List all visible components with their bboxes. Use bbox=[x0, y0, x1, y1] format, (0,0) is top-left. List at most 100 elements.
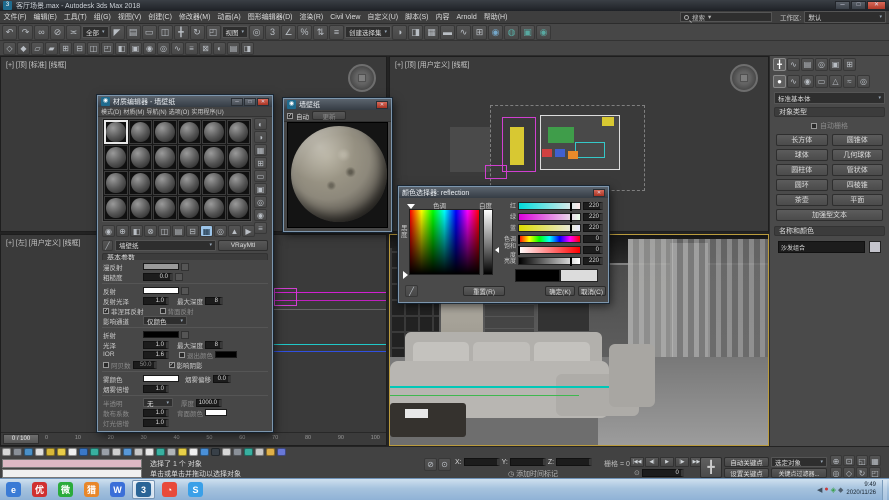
key-mode-icon[interactable]: ⊙ bbox=[634, 469, 640, 477]
toolbar2-icon-1[interactable]: ◆ bbox=[17, 41, 30, 55]
toolbar2-icon-7[interactable]: ◰ bbox=[101, 41, 114, 55]
refract-map-button[interactable] bbox=[181, 330, 189, 339]
prev-frame-button[interactable]: ◀| bbox=[645, 457, 659, 467]
material-editor-titlebar[interactable]: ◉ 材质编辑器 - 墙壁纸 ─ □ ✕ bbox=[98, 96, 272, 107]
menu-item-15[interactable]: 帮助(H) bbox=[480, 11, 511, 23]
reference-coordinate-dropdown[interactable]: 视图 ▾ bbox=[221, 26, 249, 38]
toolbar2-icon-16[interactable]: ▤ bbox=[227, 41, 240, 55]
backface-checkbox[interactable] bbox=[159, 307, 166, 314]
eyedropper-icon[interactable]: ╱ bbox=[405, 285, 418, 297]
background-icon[interactable]: ▦ bbox=[254, 144, 267, 156]
cat-helpers[interactable]: △ bbox=[829, 75, 842, 88]
put-material-icon[interactable]: ⊕ bbox=[116, 225, 129, 237]
select-link-icon[interactable]: ∞ bbox=[34, 24, 49, 40]
material-sample[interactable] bbox=[177, 145, 201, 170]
slider-marker[interactable] bbox=[570, 201, 573, 211]
diffuse-color-swatch[interactable] bbox=[143, 263, 179, 270]
taskbar-wechat-icon[interactable]: 微 bbox=[54, 480, 77, 499]
slider-marker[interactable] bbox=[570, 223, 573, 233]
menu-item-6[interactable]: 修改器(M) bbox=[175, 11, 214, 23]
object-type-button-6[interactable]: 圆环 bbox=[776, 179, 828, 191]
bind-spacewarp-icon[interactable]: ≍ bbox=[66, 24, 81, 40]
diffuse-map-button[interactable] bbox=[181, 262, 189, 271]
show-end-result-icon[interactable]: ◎ bbox=[214, 225, 227, 237]
zoom-extents-all-icon[interactable]: ▦ bbox=[869, 455, 881, 466]
taskbar-youku-icon[interactable]: 优 bbox=[28, 480, 51, 499]
toolbar2-icon-13[interactable]: ≡ bbox=[185, 41, 198, 55]
close-icon[interactable]: ✕ bbox=[257, 97, 269, 106]
menu-item-3[interactable]: 组(G) bbox=[90, 11, 114, 23]
plugin-icon-7[interactable] bbox=[79, 448, 88, 456]
play-button[interactable]: ▶ bbox=[660, 457, 674, 467]
plugin-icon-3[interactable] bbox=[35, 448, 44, 456]
object-type-button-8[interactable]: 茶壶 bbox=[776, 194, 828, 206]
material-sample[interactable] bbox=[177, 120, 201, 145]
exit-color-checkbox[interactable] bbox=[179, 351, 185, 358]
material-menu-2[interactable]: 导航(N) bbox=[146, 107, 166, 116]
material-sample[interactable] bbox=[202, 170, 226, 195]
tab-display[interactable]: ▣ bbox=[829, 58, 842, 71]
exit-color-swatch[interactable] bbox=[215, 351, 237, 358]
slider-value-field[interactable]: 220 bbox=[583, 212, 603, 221]
plugin-icon-16[interactable] bbox=[178, 448, 187, 456]
toolbar2-icon-15[interactable]: ◐ bbox=[213, 41, 226, 55]
material-sample[interactable] bbox=[177, 170, 201, 195]
menu-item-13[interactable]: 内容 bbox=[432, 11, 453, 23]
slider-value-field[interactable]: 220 bbox=[583, 201, 603, 210]
pick-material-icon[interactable]: ╱ bbox=[102, 239, 113, 251]
menu-item-5[interactable]: 创建(C) bbox=[145, 11, 176, 23]
object-type-button-5[interactable]: 管状体 bbox=[831, 164, 883, 176]
minimize-button[interactable]: ─ bbox=[835, 1, 850, 10]
maxscript-listener-field[interactable] bbox=[2, 469, 142, 478]
auto-update-checkbox[interactable] bbox=[287, 112, 293, 119]
plugin-icon-11[interactable] bbox=[123, 448, 132, 456]
render-production-icon[interactable]: ◉ bbox=[536, 24, 552, 40]
translucency-dropdown[interactable]: 无 ▾ bbox=[143, 398, 173, 408]
select-icon[interactable]: ◤ bbox=[109, 24, 125, 40]
slider-track[interactable] bbox=[518, 245, 581, 255]
reset-button[interactable]: 重置(R) bbox=[463, 286, 505, 296]
reset-material-icon[interactable]: ⊗ bbox=[144, 225, 157, 237]
slider-track[interactable] bbox=[518, 256, 581, 266]
use-center-icon[interactable]: ◎ bbox=[249, 24, 265, 40]
plugin-icon-19[interactable] bbox=[211, 448, 220, 456]
toolbar2-icon-2[interactable]: ▱ bbox=[31, 41, 44, 55]
material-menu-0[interactable]: 模式(D) bbox=[101, 107, 121, 116]
rollout-object-type[interactable]: 对象类型 bbox=[774, 107, 885, 117]
isolate-selection-icon[interactable]: ⊘ bbox=[424, 458, 437, 471]
material-sample[interactable] bbox=[153, 120, 177, 145]
layer-manager-icon[interactable]: ▦ bbox=[424, 24, 440, 40]
rollout-name-color[interactable]: 名称和颜色 bbox=[774, 226, 885, 236]
refract-color-swatch[interactable] bbox=[143, 331, 179, 338]
spinner-snap-icon[interactable]: ⇅ bbox=[313, 24, 329, 40]
taskbar-downloader-icon[interactable]: 猎 bbox=[80, 480, 103, 499]
close-button[interactable]: ✕ bbox=[867, 1, 886, 10]
viewport-label[interactable]: [+] [顶] [用户定义] [线框] bbox=[395, 60, 469, 70]
toolbar2-icon-11[interactable]: ◎ bbox=[157, 41, 170, 55]
material-sample[interactable] bbox=[128, 195, 152, 220]
menu-item-14[interactable]: Arnold bbox=[453, 11, 480, 23]
x-coordinate-field[interactable] bbox=[463, 458, 500, 466]
viewcube[interactable] bbox=[348, 64, 376, 92]
toolbar2-icon-8[interactable]: ◧ bbox=[115, 41, 128, 55]
menu-item-2[interactable]: 工具(T) bbox=[60, 11, 90, 23]
primitive-category-dropdown[interactable]: 标准基本体 ▾ bbox=[774, 92, 885, 104]
plugin-icon-8[interactable] bbox=[90, 448, 99, 456]
set-keys-button[interactable]: ╋ bbox=[700, 457, 722, 478]
angle-snap-icon[interactable]: ∠ bbox=[281, 24, 297, 40]
hue-cursor[interactable] bbox=[407, 204, 415, 209]
toolbar2-icon-3[interactable]: ▰ bbox=[45, 41, 58, 55]
abbe-field[interactable]: 50.0 bbox=[132, 360, 157, 369]
taskbar-3dsmax-icon[interactable]: 3 bbox=[132, 480, 155, 499]
tab-motion[interactable]: ◎ bbox=[815, 58, 828, 71]
plugin-icon-12[interactable] bbox=[134, 448, 143, 456]
plugin-icon-6[interactable] bbox=[68, 448, 77, 456]
taskbar-wps-icon[interactable]: W bbox=[106, 480, 129, 499]
scatter-field[interactable]: 1.0 bbox=[143, 408, 169, 417]
material-sample[interactable] bbox=[177, 195, 201, 220]
fov-icon[interactable]: ◎ bbox=[830, 467, 842, 478]
object-name-field[interactable]: 沙发组合 bbox=[778, 241, 865, 253]
object-type-button-7[interactable]: 四棱锥 bbox=[831, 179, 883, 191]
selection-lock-icon[interactable]: ⊙ bbox=[438, 458, 451, 471]
plugin-icon-2[interactable] bbox=[24, 448, 33, 456]
